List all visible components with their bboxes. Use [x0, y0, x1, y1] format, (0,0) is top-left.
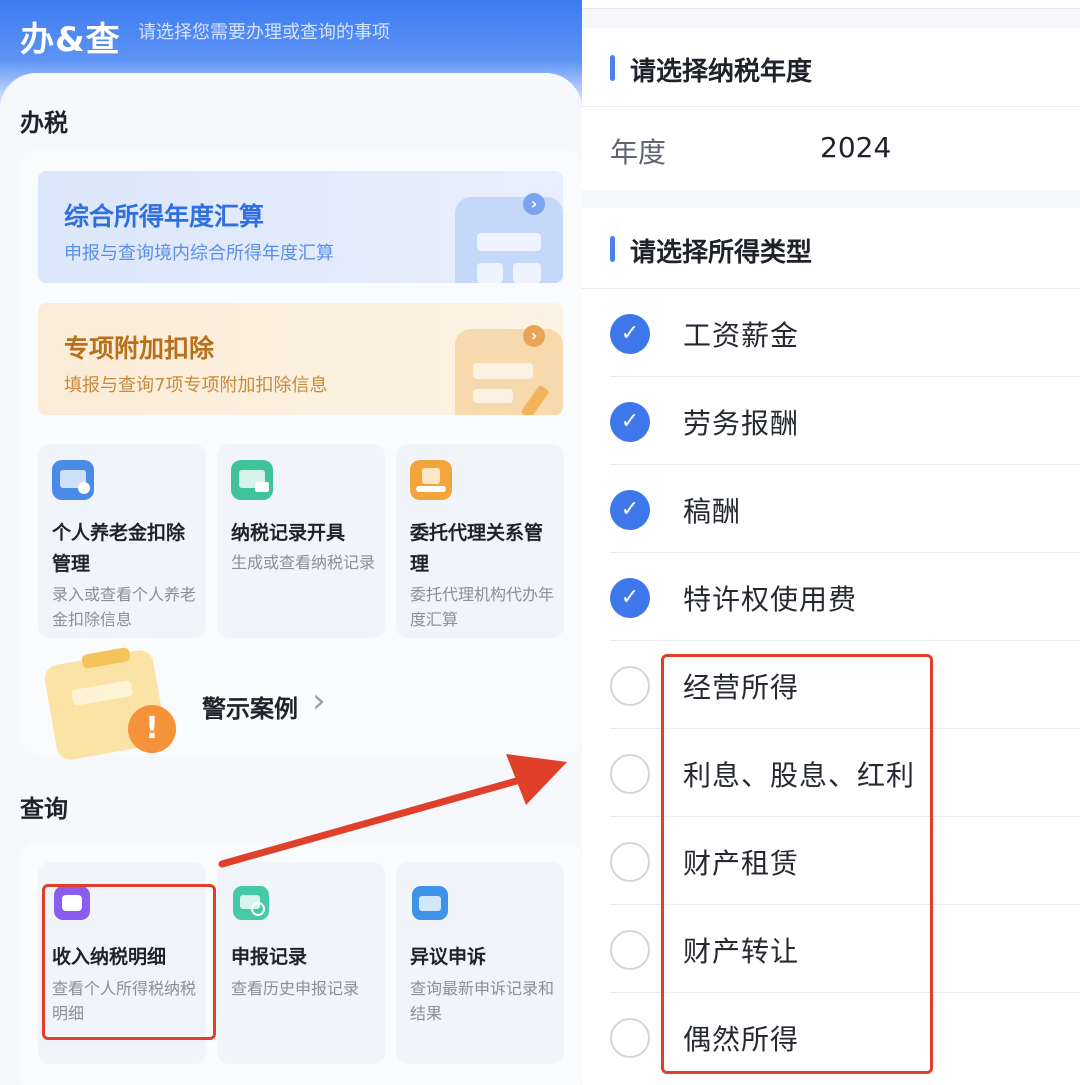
tile-desc: 生成或查看纳税记录 — [231, 553, 376, 572]
annual-settlement-banner[interactable]: 综合所得年度汇算 申报与查询境内综合所得年度汇算 › — [38, 171, 563, 283]
search-record-icon — [233, 886, 269, 920]
app-subtitle: 请选择您需要办理或查询的事项 — [138, 22, 390, 43]
tile-desc: 查看历史申报记录 — [231, 979, 360, 998]
tile-title: 异议申诉 — [410, 946, 487, 968]
tile-desc: 录入或查看个人养老金扣除信息 — [52, 585, 197, 629]
agency-hand-icon — [410, 460, 452, 500]
chevron-right-icon: › — [523, 325, 545, 347]
form-pencil-illustration-icon — [455, 329, 563, 415]
special-deduction-banner[interactable]: 专项附加扣除 填报与查询7项专项附加扣除信息 › — [38, 303, 563, 415]
year-value: 2024 — [820, 131, 892, 164]
banner-title: 综合所得年度汇算 — [64, 202, 265, 231]
warning-cases-label: 警示案例 — [202, 695, 298, 723]
checkmark-icon: ✓ — [610, 402, 650, 442]
service-home-panel: 办&查 请选择您需要办理或查询的事项 办税 综合所得年度汇算 申报与查询境内综合… — [0, 0, 582, 1085]
pension-card-icon — [52, 460, 94, 500]
appeal-tile[interactable]: 异议申诉 查询最新申诉记录和结果 — [396, 862, 564, 1064]
option-label: 特许权使用费 — [683, 583, 858, 616]
filter-panel: 请选择纳税年度 年度 2024 请选择所得类型 ✓ 工资薪金 ✓ 劳务报酬 ✓ … — [582, 0, 1080, 1085]
agency-relation-tile[interactable]: 委托代理关系管理 委托代理机构代办年度汇算 — [396, 444, 564, 638]
tile-desc: 委托代理机构代办年度汇算 — [410, 585, 555, 629]
banner-subtitle: 申报与查询境内综合所得年度汇算 — [64, 243, 334, 264]
tax-record-tile[interactable]: 纳税记录开具 生成或查看纳税记录 — [217, 444, 385, 638]
tax-record-icon — [231, 460, 273, 500]
year-card: 请选择纳税年度 年度 2024 — [582, 28, 1080, 190]
declaration-record-tile[interactable]: 申报记录 查看历史申报记录 — [217, 862, 385, 1064]
option-label: 稿酬 — [683, 495, 742, 528]
unchecked-circle-icon — [610, 842, 650, 882]
tile-desc: 查询最新申诉记录和结果 — [410, 979, 555, 1023]
banner-subtitle: 填报与查询7项专项附加扣除信息 — [64, 375, 328, 396]
option-label: 劳务报酬 — [683, 407, 800, 440]
unchecked-circle-icon — [610, 930, 650, 970]
option-label: 工资薪金 — [683, 319, 800, 352]
year-label: 年度 — [610, 136, 667, 169]
option-author-remuneration[interactable]: ✓ 稿酬 — [582, 465, 1080, 553]
unchecked-circle-icon — [610, 666, 650, 706]
checkmark-icon: ✓ — [610, 314, 650, 354]
option-royalties[interactable]: ✓ 特许权使用费 — [582, 553, 1080, 641]
year-selector[interactable]: 年度 2024 — [582, 107, 1080, 190]
checkmark-icon: ✓ — [610, 490, 650, 530]
tile-title: 纳税记录开具 — [231, 522, 346, 544]
income-type-header: 请选择所得类型 — [630, 238, 813, 268]
tile-title: 委托代理关系管理 — [410, 522, 544, 575]
checkmark-icon: ✓ — [610, 578, 650, 618]
section-title-query: 查询 — [20, 795, 68, 823]
section-accent-bar — [610, 55, 615, 81]
option-wages[interactable]: ✓ 工资薪金 — [582, 289, 1080, 377]
unchecked-circle-icon — [610, 1018, 650, 1058]
app-title: 办&查 — [20, 20, 121, 60]
appeal-folder-icon — [412, 886, 448, 920]
highlight-box-income-tile — [42, 884, 216, 1040]
tile-title: 申报记录 — [231, 946, 308, 968]
year-section-header: 请选择纳税年度 — [630, 57, 813, 87]
chevron-right-icon: › — [312, 681, 326, 721]
banner-title: 专项附加扣除 — [64, 334, 215, 363]
chevron-right-icon: › — [523, 193, 545, 215]
unchecked-circle-icon — [610, 754, 650, 794]
section-title-handle: 办税 — [20, 109, 68, 137]
warning-cases-row[interactable]: ! 警示案例 › — [20, 645, 560, 762]
tile-title: 个人养老金扣除管理 — [52, 522, 186, 575]
top-strip — [582, 0, 1080, 9]
highlight-box-unchecked-options — [661, 654, 933, 1074]
clipboard-warning-illustration-icon: ! — [20, 645, 190, 762]
pension-deduction-tile[interactable]: 个人养老金扣除管理 录入或查看个人养老金扣除信息 — [38, 444, 206, 638]
section-accent-bar — [610, 236, 615, 262]
calculator-illustration-icon — [455, 197, 563, 283]
option-labor-remuneration[interactable]: ✓ 劳务报酬 — [582, 377, 1080, 465]
